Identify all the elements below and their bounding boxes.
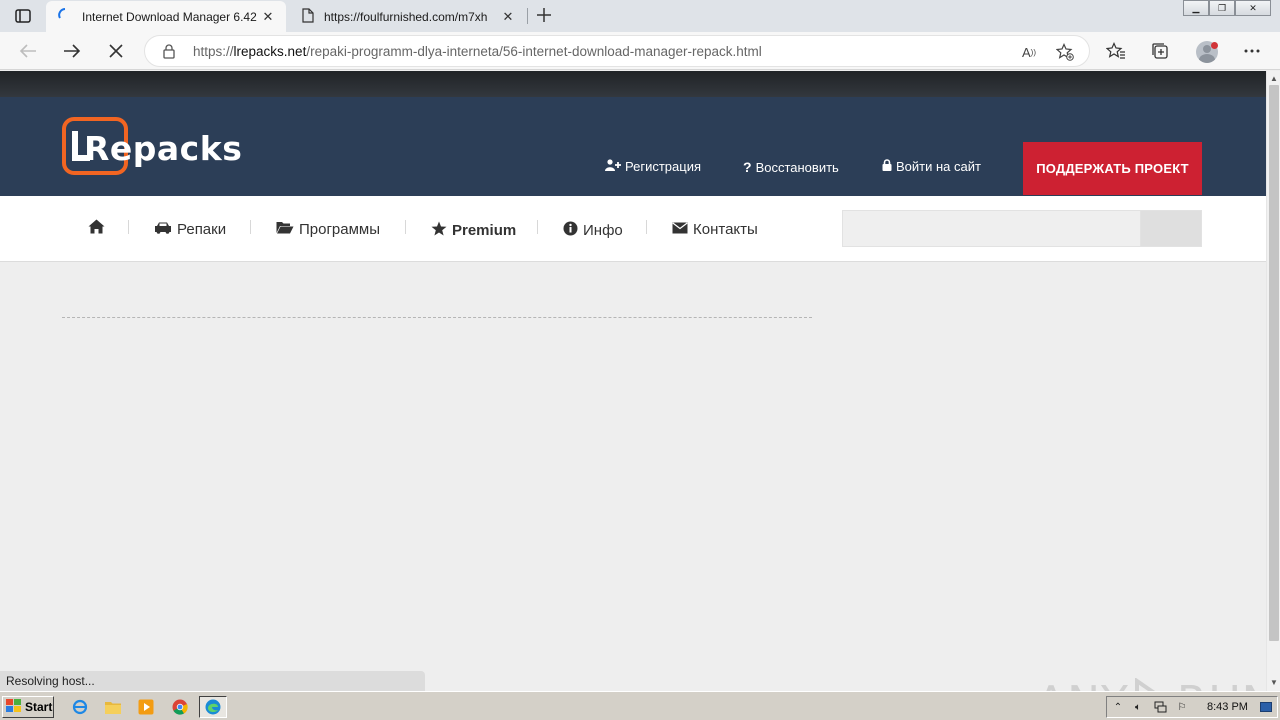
more-options-icon[interactable] [1241,40,1263,62]
profile-status-dot [1211,42,1218,49]
nav-divider [128,220,129,234]
scrollbar-thumb[interactable] [1269,85,1279,641]
nav-divider [646,220,647,234]
url-text[interactable]: https://lrepacks.net/repaki-programm-dly… [193,44,762,59]
close-window-icon[interactable]: ✕ [1235,0,1271,16]
show-desktop-icon[interactable] [1259,700,1273,714]
tab-foulfurnished[interactable]: https://foulfurnished.com/m7xh ✕ [290,1,526,32]
site-logo[interactable]: Repacks [62,117,252,177]
premium-star-icon [431,221,447,240]
read-aloud-icon[interactable]: A)) [1019,42,1039,62]
forward-icon[interactable] [60,39,84,63]
url-path: /repaki-programm-dlya-interneta/56-inter… [306,44,762,59]
site-header: Repacks Регистрация ? Восстановить Войти… [0,97,1266,196]
watermark-play-icon [1134,677,1156,691]
page-scrollbar[interactable]: ▲ ▼ [1266,71,1280,691]
register-label: Регистрация [625,159,701,174]
nav-item-info[interactable]: Инфо [563,221,623,240]
loading-spinner-icon [58,8,72,25]
nav-divider [537,220,538,234]
action-center-flag-icon[interactable]: ⚐ [1175,700,1189,714]
show-hidden-icons-icon[interactable]: ⌃ [1111,700,1125,714]
restore-link[interactable]: ? Восстановить [743,159,839,175]
folder-open-icon [276,221,294,238]
tab-divider [527,8,528,24]
question-icon: ? [743,159,752,175]
windows-logo-icon [6,698,22,716]
windows-taskbar: Start ⌃ 🔈︎ ⚐ 8:43 PM [0,691,1280,720]
nav-item-premium[interactable]: Premium [431,221,516,240]
site-search-input[interactable] [842,210,1140,247]
nav-label-repacks: Репаки [177,221,227,238]
browser-tab-strip: Internet Download Manager 6.42 ✕ https:/… [0,0,1280,32]
watermark-run: RUN [1177,677,1266,691]
scroll-down-icon[interactable]: ▼ [1269,677,1279,687]
new-tab-icon[interactable] [534,5,554,25]
edge-icon [205,699,221,715]
network-icon[interactable] [1153,700,1167,714]
anyrun-watermark: ANY RUN [1036,677,1266,691]
minimize-icon[interactable]: ▁ [1183,0,1209,16]
nav-item-programs[interactable]: Программы [276,221,380,238]
restore-label: Восстановить [755,159,839,175]
nav-label-programs: Программы [299,221,381,238]
browser-status-bubble: Resolving host... [0,671,425,691]
system-tray: ⌃ 🔈︎ ⚐ 8:43 PM [1106,696,1278,718]
page-icon [302,7,314,26]
volume-icon[interactable]: 🔈︎ [1131,700,1145,714]
site-top-strip [0,71,1266,97]
media-player-icon[interactable] [137,698,155,716]
car-icon [154,221,172,238]
lock-icon [882,159,892,174]
url-scheme: https:// [193,44,234,59]
internet-explorer-icon[interactable] [71,698,89,716]
edge-taskbar-button[interactable] [199,696,227,718]
scroll-up-icon[interactable]: ▲ [1269,73,1279,83]
tab-internet-download-manager[interactable]: Internet Download Manager 6.42 ✕ [46,1,286,32]
tab-title: https://foulfurnished.com/m7xh [324,9,488,24]
support-project-button[interactable]: ПОДДЕРЖАТЬ ПРОЕКТ [1023,142,1202,195]
taskbar-clock[interactable]: 8:43 PM [1207,701,1248,713]
start-button[interactable]: Start [2,696,54,718]
back-icon[interactable] [16,39,40,63]
tab-close-icon[interactable]: ✕ [500,9,516,25]
site-search-button[interactable] [1140,210,1202,247]
envelope-icon [672,221,688,238]
page-viewport: Repacks Регистрация ? Восстановить Войти… [0,71,1266,691]
stop-loading-icon[interactable] [104,39,128,63]
site-nav: Репаки Программы Premium Инфо Контакты [0,196,1266,262]
tab-actions-icon[interactable] [12,6,34,26]
file-explorer-icon[interactable] [104,698,122,716]
lock-icon[interactable] [163,44,175,64]
favorites-icon[interactable] [1105,40,1127,62]
nav-divider [250,220,251,234]
login-link[interactable]: Войти на сайт [882,159,981,174]
tab-close-icon[interactable]: ✕ [260,9,276,25]
nav-label-premium: Premium [452,222,517,239]
nav-divider [405,220,406,234]
start-label: Start [25,700,53,714]
nav-label-info: Инфо [583,222,623,239]
address-bar[interactable]: https://lrepacks.net/repaki-programm-dly… [144,35,1090,67]
content-divider [62,317,812,318]
user-plus-icon [605,159,621,174]
logo-text: Repacks [84,129,243,168]
tab-title: Internet Download Manager 6.42 [82,9,257,24]
browser-toolbar: https://lrepacks.net/repaki-programm-dly… [0,32,1280,70]
collections-icon[interactable] [1149,40,1171,62]
register-link[interactable]: Регистрация [605,159,701,174]
add-favorite-icon[interactable] [1055,42,1075,62]
watermark-any: ANY [1036,677,1129,691]
restore-icon[interactable]: ❐ [1209,0,1235,16]
home-icon[interactable] [88,219,105,234]
nav-item-repacks[interactable]: Репаки [154,221,226,238]
nav-item-contacts[interactable]: Контакты [672,221,758,238]
chrome-icon[interactable] [171,698,189,716]
login-label: Войти на сайт [896,159,981,174]
info-icon [563,221,578,240]
nav-label-contacts: Контакты [693,221,758,238]
url-host: lrepacks.net [233,44,307,59]
